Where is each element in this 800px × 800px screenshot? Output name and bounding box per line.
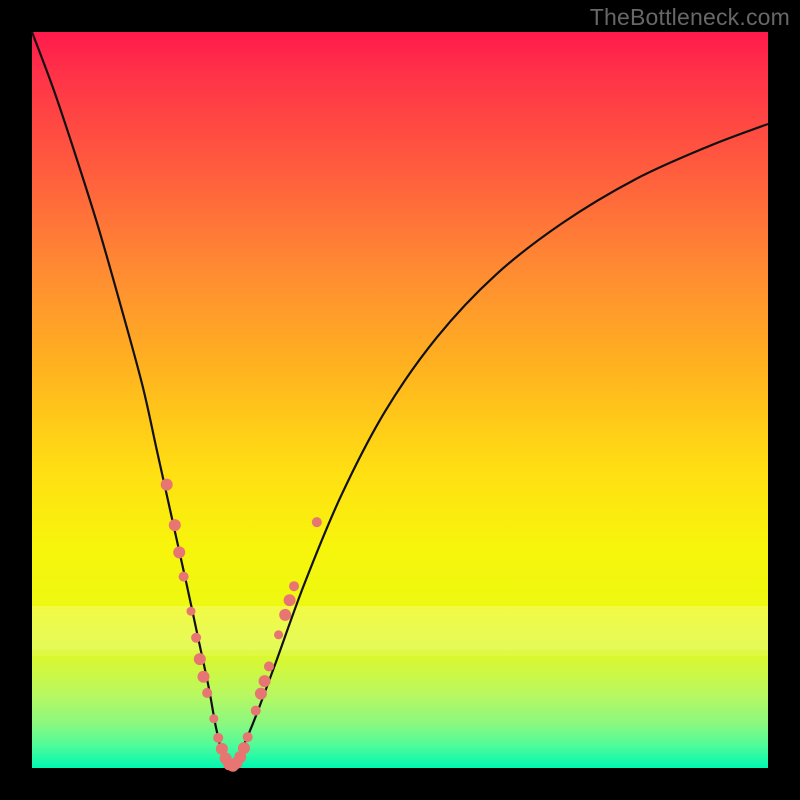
data-marker [202, 688, 212, 698]
data-marker [312, 517, 322, 527]
data-marker [259, 675, 271, 687]
data-marker [251, 706, 261, 716]
bottleneck-curve [32, 32, 768, 768]
chart-container: TheBottleneck.com [0, 0, 800, 800]
data-marker [179, 572, 189, 582]
data-marker [191, 633, 201, 643]
data-marker [194, 653, 206, 665]
data-marker [255, 688, 267, 700]
data-marker [213, 733, 223, 743]
data-marker [279, 609, 291, 621]
data-marker [173, 546, 185, 558]
data-marker [209, 714, 218, 723]
data-marker [274, 630, 283, 639]
data-marker [238, 742, 250, 754]
watermark-label: TheBottleneck.com [590, 4, 790, 31]
data-marker [186, 607, 195, 616]
data-marker [169, 519, 181, 531]
curve-svg [32, 32, 768, 768]
data-marker [284, 594, 296, 606]
data-markers [161, 479, 322, 772]
data-marker [161, 479, 173, 491]
data-marker [289, 581, 299, 591]
data-marker [243, 732, 253, 742]
data-marker [264, 661, 274, 671]
data-marker [197, 671, 209, 683]
